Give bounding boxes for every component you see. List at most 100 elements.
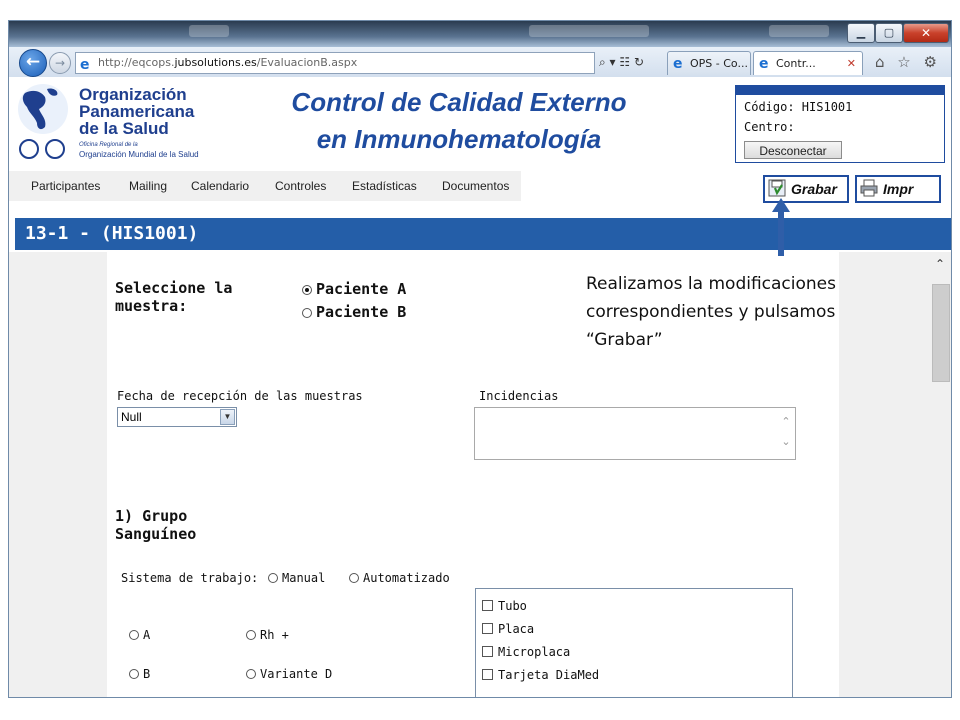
back-arrow-icon: ← [25, 52, 41, 72]
checkbox-icon[interactable] [482, 646, 493, 657]
minimize-button[interactable]: ▁ [847, 23, 875, 43]
login-panel: Código: HIS1001 Centro: Desconectar [735, 85, 945, 163]
center-label: Centro: [744, 120, 795, 134]
browser-tab-ops[interactable]: e OPS - Co... [667, 51, 751, 75]
method-label: Placa [498, 622, 535, 636]
incidents-textarea[interactable]: ⌃ ⌄ [474, 407, 796, 460]
group-b-option[interactable]: B [129, 667, 150, 681]
web-page: Organización Panamericana de la Salud Of… [9, 77, 951, 697]
instruction-annotation: Realizamos la modificaciones correspondi… [586, 270, 886, 354]
work-system-manual-option[interactable]: Manual [268, 571, 325, 585]
address-bar[interactable]: e http://eqcops.jubsolutions.es/Evaluacio… [75, 52, 595, 74]
participant-code: Código: HIS1001 [744, 100, 853, 114]
radio-selected-icon[interactable] [302, 285, 312, 295]
org-subtitle: Organización Mundial de la Salud [79, 150, 199, 159]
who-seal-icon [19, 139, 39, 159]
print-button[interactable]: Impr [855, 175, 941, 203]
section-title: 13-1 - (HIS1001) [25, 223, 199, 244]
printer-icon [860, 179, 878, 197]
menu-item-documentos[interactable]: Documentos [442, 171, 509, 201]
paho-logo: Organización Panamericana de la Salud Of… [17, 83, 223, 163]
group-b-label: B [143, 667, 151, 681]
address-tools[interactable]: ⌕ ▾ ☷ ↻ [599, 52, 661, 72]
save-disk-icon [768, 179, 786, 197]
menu-item-controles[interactable]: Controles [275, 171, 326, 201]
maximize-button[interactable]: ▢ [875, 23, 903, 43]
work-system-label: Sistema de trabajo: [121, 571, 259, 585]
ie-tab-icon: e [673, 56, 683, 72]
radio-icon[interactable] [268, 573, 278, 583]
patient-a-option[interactable]: Paciente A [302, 280, 406, 298]
menu-item-participantes[interactable]: Participantes [31, 171, 100, 201]
section-header: 13-1 - (HIS1001) [15, 218, 951, 250]
group-a-option[interactable]: A [129, 628, 150, 642]
page-title-line2: en Inmunohematología [316, 124, 602, 154]
ie-tab-icon: e [759, 56, 769, 72]
method-label: Tubo [498, 599, 527, 613]
patient-b-option[interactable]: Paciente B [302, 303, 406, 321]
patient-b-label: Paciente B [316, 303, 407, 321]
back-button[interactable]: ← [19, 49, 47, 77]
reception-date-label: Fecha de recepción de las muestras [117, 389, 363, 403]
org-name-line: de la Salud [79, 119, 169, 138]
tab-label: OPS - Co... [690, 57, 748, 70]
scroll-thumb[interactable] [932, 284, 950, 382]
chevron-down-icon[interactable]: ▼ [220, 409, 235, 425]
left-margin [9, 252, 107, 697]
manual-label: Manual [282, 571, 326, 585]
title-blur [769, 25, 829, 37]
patient-a-label: Paciente A [316, 280, 407, 298]
close-window-button[interactable]: ✕ [903, 23, 949, 43]
title-blur [189, 25, 229, 37]
menu-item-mailing[interactable]: Mailing [129, 171, 167, 201]
method-tubo[interactable]: Tubo [482, 599, 527, 613]
group-a-label: A [143, 628, 151, 642]
radio-icon[interactable] [349, 573, 359, 583]
textarea-scroll-arrows-icon[interactable]: ⌃ ⌄ [779, 412, 793, 456]
forward-arrow-icon: → [54, 56, 66, 70]
rh-positive-option[interactable]: Rh + [246, 628, 289, 642]
radio-icon[interactable] [129, 669, 139, 679]
annotation-line: Realizamos la modificaciones [586, 274, 836, 294]
menu-item-estadisticas[interactable]: Estadísticas [352, 171, 417, 201]
menu-item-calendario[interactable]: Calendario [191, 171, 249, 201]
org-subtitle: Oficina Regional de la [79, 142, 138, 148]
reception-date-select[interactable]: Null ▼ [117, 407, 237, 427]
radio-icon[interactable] [302, 308, 312, 318]
method-tarjeta-diamed[interactable]: Tarjeta DiaMed [482, 668, 599, 682]
sample-select-label: Seleccione la muestra: [115, 279, 233, 315]
checkbox-icon[interactable] [482, 623, 493, 634]
rh-positive-label: Rh + [260, 628, 289, 642]
page-scrollbar[interactable]: ⌃ [929, 252, 951, 697]
blood-group-title: 1) Grupo Sanguíneo [115, 507, 197, 543]
tab-label: Contr... [776, 57, 816, 70]
url-host: jubsolutions.es [174, 56, 257, 69]
work-system-auto-option[interactable]: Automatizado [349, 571, 450, 585]
browser-toolbar-icons[interactable]: ⌂ ☆ ⚙ [875, 51, 947, 73]
browser-tab-control[interactable]: e Contr... ✕ [753, 51, 863, 75]
variant-d-option[interactable]: Variante D [246, 667, 332, 681]
print-label: Impr [883, 181, 914, 197]
scroll-up-icon[interactable]: ⌃ [933, 258, 947, 270]
method-label: Tarjeta DiaMed [498, 668, 600, 682]
method-checklist: Tubo Placa Microplaca Tarjeta DiaMed [475, 588, 793, 697]
checkbox-icon[interactable] [482, 600, 493, 611]
reception-date-value: Null [121, 410, 142, 424]
title-bar: ▁ ▢ ✕ [9, 21, 951, 47]
forward-button[interactable]: → [49, 52, 71, 74]
close-tab-icon[interactable]: ✕ [847, 52, 856, 75]
browser-window: ▁ ▢ ✕ ← → e http://eqcops.jubsolutions.es… [8, 20, 952, 698]
up-arrow-callout-icon [772, 198, 790, 256]
incidents-label: Incidencias [479, 389, 559, 403]
logout-button[interactable]: Desconectar [744, 141, 842, 159]
annotation-line: correspondientes y pulsamos [586, 302, 836, 322]
radio-icon[interactable] [246, 669, 256, 679]
variant-d-label: Variante D [260, 667, 333, 681]
checkbox-icon[interactable] [482, 669, 493, 680]
radio-icon[interactable] [246, 630, 256, 640]
radio-icon[interactable] [129, 630, 139, 640]
method-placa[interactable]: Placa [482, 622, 534, 636]
method-microplaca[interactable]: Microplaca [482, 645, 570, 659]
auto-label: Automatizado [363, 571, 450, 585]
url-prefix: http://eqcops. [98, 56, 175, 69]
